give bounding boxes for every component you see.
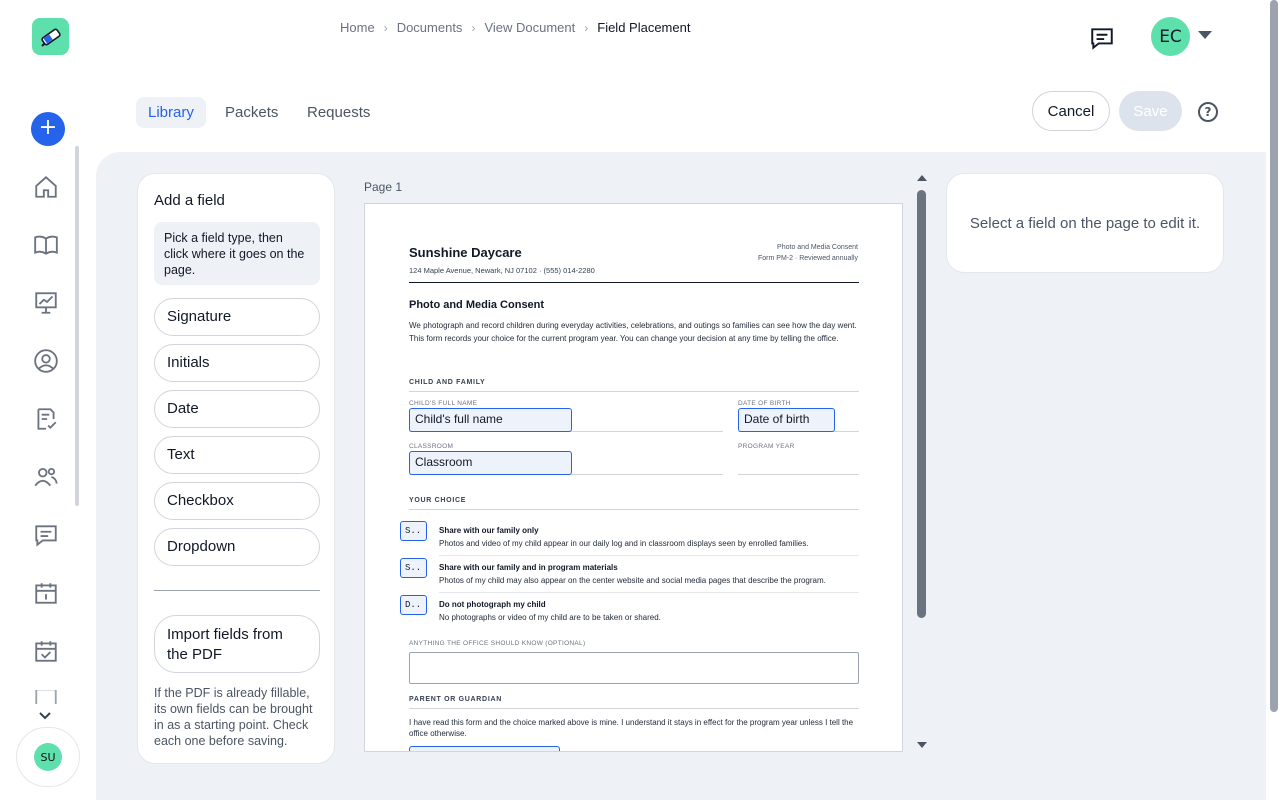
doc-intro: We photograph and record children during… xyxy=(409,321,857,343)
document-scrollbar[interactable] xyxy=(916,175,928,748)
document-check-icon[interactable] xyxy=(31,404,61,434)
option-2-title: Share with our family and in program mat… xyxy=(439,563,618,572)
message-icon[interactable] xyxy=(31,520,61,550)
page-scroll-thumb[interactable] xyxy=(1270,0,1278,712)
notes-box xyxy=(409,652,859,684)
page-label: Page 1 xyxy=(364,180,403,194)
user-menu[interactable]: SU xyxy=(16,727,80,787)
import-note: If the PDF is already fillable, its own … xyxy=(154,686,313,748)
field-palette: Add a field Pick a field type, then clic… xyxy=(137,173,335,764)
child-name-label: CHILD'S FULL NAME xyxy=(409,400,478,407)
scroll-down-icon[interactable] xyxy=(917,742,927,748)
doc-form-title: Photo and Media Consent xyxy=(777,244,858,251)
placed-field-classroom[interactable]: Classroom xyxy=(409,451,572,475)
doc-title: Photo and Media Consent xyxy=(409,299,545,311)
field-type-date[interactable]: Date xyxy=(154,390,320,428)
chevron-right-icon: › xyxy=(584,20,589,35)
calendar-check-icon[interactable] xyxy=(31,636,61,666)
properties-empty-text: Select a field on the page to edit it. xyxy=(969,214,1201,232)
rail-scrollbar[interactable] xyxy=(75,146,79,506)
doc-header-rule xyxy=(409,282,859,283)
field-type-dropdown[interactable]: Dropdown xyxy=(154,528,320,566)
page-scrollbar[interactable] xyxy=(1268,0,1280,800)
breadcrumb: Home › Documents › View Document › Field… xyxy=(340,20,690,35)
help-icon[interactable]: ? xyxy=(1198,102,1218,122)
program-year-label: PROGRAM YEAR xyxy=(738,443,795,450)
chevron-right-icon: › xyxy=(471,20,476,35)
create-new-button[interactable]: + xyxy=(31,112,65,146)
breadcrumb-home[interactable]: Home xyxy=(340,20,375,35)
option-3-desc: No photographs or video of my child are … xyxy=(439,613,661,622)
pen-logo-icon xyxy=(40,28,61,47)
field-type-initials[interactable]: Initials xyxy=(154,344,320,382)
option-divider xyxy=(439,592,859,593)
presentation-chart-icon[interactable] xyxy=(31,288,61,318)
option-1-title: Share with our family only xyxy=(439,526,539,535)
caret-down-icon[interactable] xyxy=(1198,31,1212,39)
book-icon[interactable] xyxy=(31,230,61,260)
chevron-down-icon[interactable] xyxy=(38,710,52,724)
import-fields-button[interactable]: Import fields from the PDF xyxy=(154,615,320,673)
notes-label: ANYTHING THE OFFICE SHOULD KNOW (OPTIONA… xyxy=(409,640,586,647)
section-parent-guardian: PARENT OR GUARDIAN xyxy=(409,696,502,703)
palette-title: Add a field xyxy=(154,192,225,209)
section-child-family: CHILD AND FAMILY xyxy=(409,379,486,386)
placed-field-signature[interactable] xyxy=(409,746,560,751)
breadcrumb-current: Field Placement xyxy=(597,20,691,35)
profile-circle-icon[interactable] xyxy=(31,346,61,376)
chevron-right-icon: › xyxy=(383,20,388,35)
app-logo[interactable] xyxy=(32,18,69,55)
doc-org-name: Sunshine Daycare xyxy=(409,245,522,260)
dob-label: DATE OF BIRTH xyxy=(738,400,791,407)
classroom-label: CLASSROOM xyxy=(409,443,454,450)
properties-panel: Select a field on the page to edit it. xyxy=(946,173,1224,273)
scroll-thumb[interactable] xyxy=(917,190,926,618)
divider xyxy=(154,590,320,591)
home-icon[interactable] xyxy=(31,172,61,202)
account-avatar[interactable]: EC xyxy=(1151,17,1190,56)
app: + SU Home › Documents › View Document › … xyxy=(0,0,1280,800)
save-button[interactable]: Save xyxy=(1119,91,1182,131)
option-3-title: Do not photograph my child xyxy=(439,600,546,609)
calendar-icon[interactable] xyxy=(31,578,61,608)
field-type-text[interactable]: Text xyxy=(154,436,320,474)
tab-requests[interactable]: Requests xyxy=(295,97,382,128)
field-type-checkbox[interactable]: Checkbox xyxy=(154,482,320,520)
option-1-desc: Photos and video of my child appear in o… xyxy=(439,539,809,548)
option-2-desc: Photos of my child may also appear on th… xyxy=(439,576,826,585)
doc-address: 124 Maple Avenue, Newark, NJ 07102 · (55… xyxy=(409,266,595,275)
user-avatar: SU xyxy=(34,743,62,771)
doc-form-meta: Form PM-2 · Reviewed annually xyxy=(758,255,858,262)
field-line xyxy=(738,474,859,475)
tab-packets[interactable]: Packets xyxy=(213,97,290,128)
section-rule xyxy=(409,708,859,709)
placed-checkbox-option-1[interactable]: S.. xyxy=(400,521,427,541)
breadcrumb-documents[interactable]: Documents xyxy=(397,20,463,35)
palette-hint: Pick a field type, then click where it g… xyxy=(154,222,320,285)
users-icon[interactable] xyxy=(31,462,61,492)
placed-checkbox-option-2[interactable]: S.. xyxy=(400,558,427,578)
section-rule xyxy=(409,391,859,392)
chat-icon[interactable] xyxy=(1089,25,1115,51)
cancel-button[interactable]: Cancel xyxy=(1032,91,1110,131)
option-divider xyxy=(439,555,859,556)
parent-statement: I have read this form and the choice mar… xyxy=(409,718,854,738)
placed-field-dob[interactable]: Date of birth xyxy=(738,408,835,432)
left-rail: + SU xyxy=(0,0,96,800)
placed-field-child-name[interactable]: Child's full name xyxy=(409,408,572,432)
scroll-up-icon[interactable] xyxy=(917,175,927,181)
section-your-choice: YOUR CHOICE xyxy=(409,497,467,504)
section-rule xyxy=(409,509,859,510)
field-type-signature[interactable]: Signature xyxy=(154,298,320,336)
breadcrumb-view-document[interactable]: View Document xyxy=(484,20,575,35)
placed-checkbox-option-3[interactable]: D.. xyxy=(400,595,427,615)
more-nav-icon[interactable] xyxy=(31,690,61,704)
tab-library[interactable]: Library xyxy=(136,97,206,128)
document-page[interactable]: Sunshine Daycare 124 Maple Avenue, Newar… xyxy=(364,203,903,752)
